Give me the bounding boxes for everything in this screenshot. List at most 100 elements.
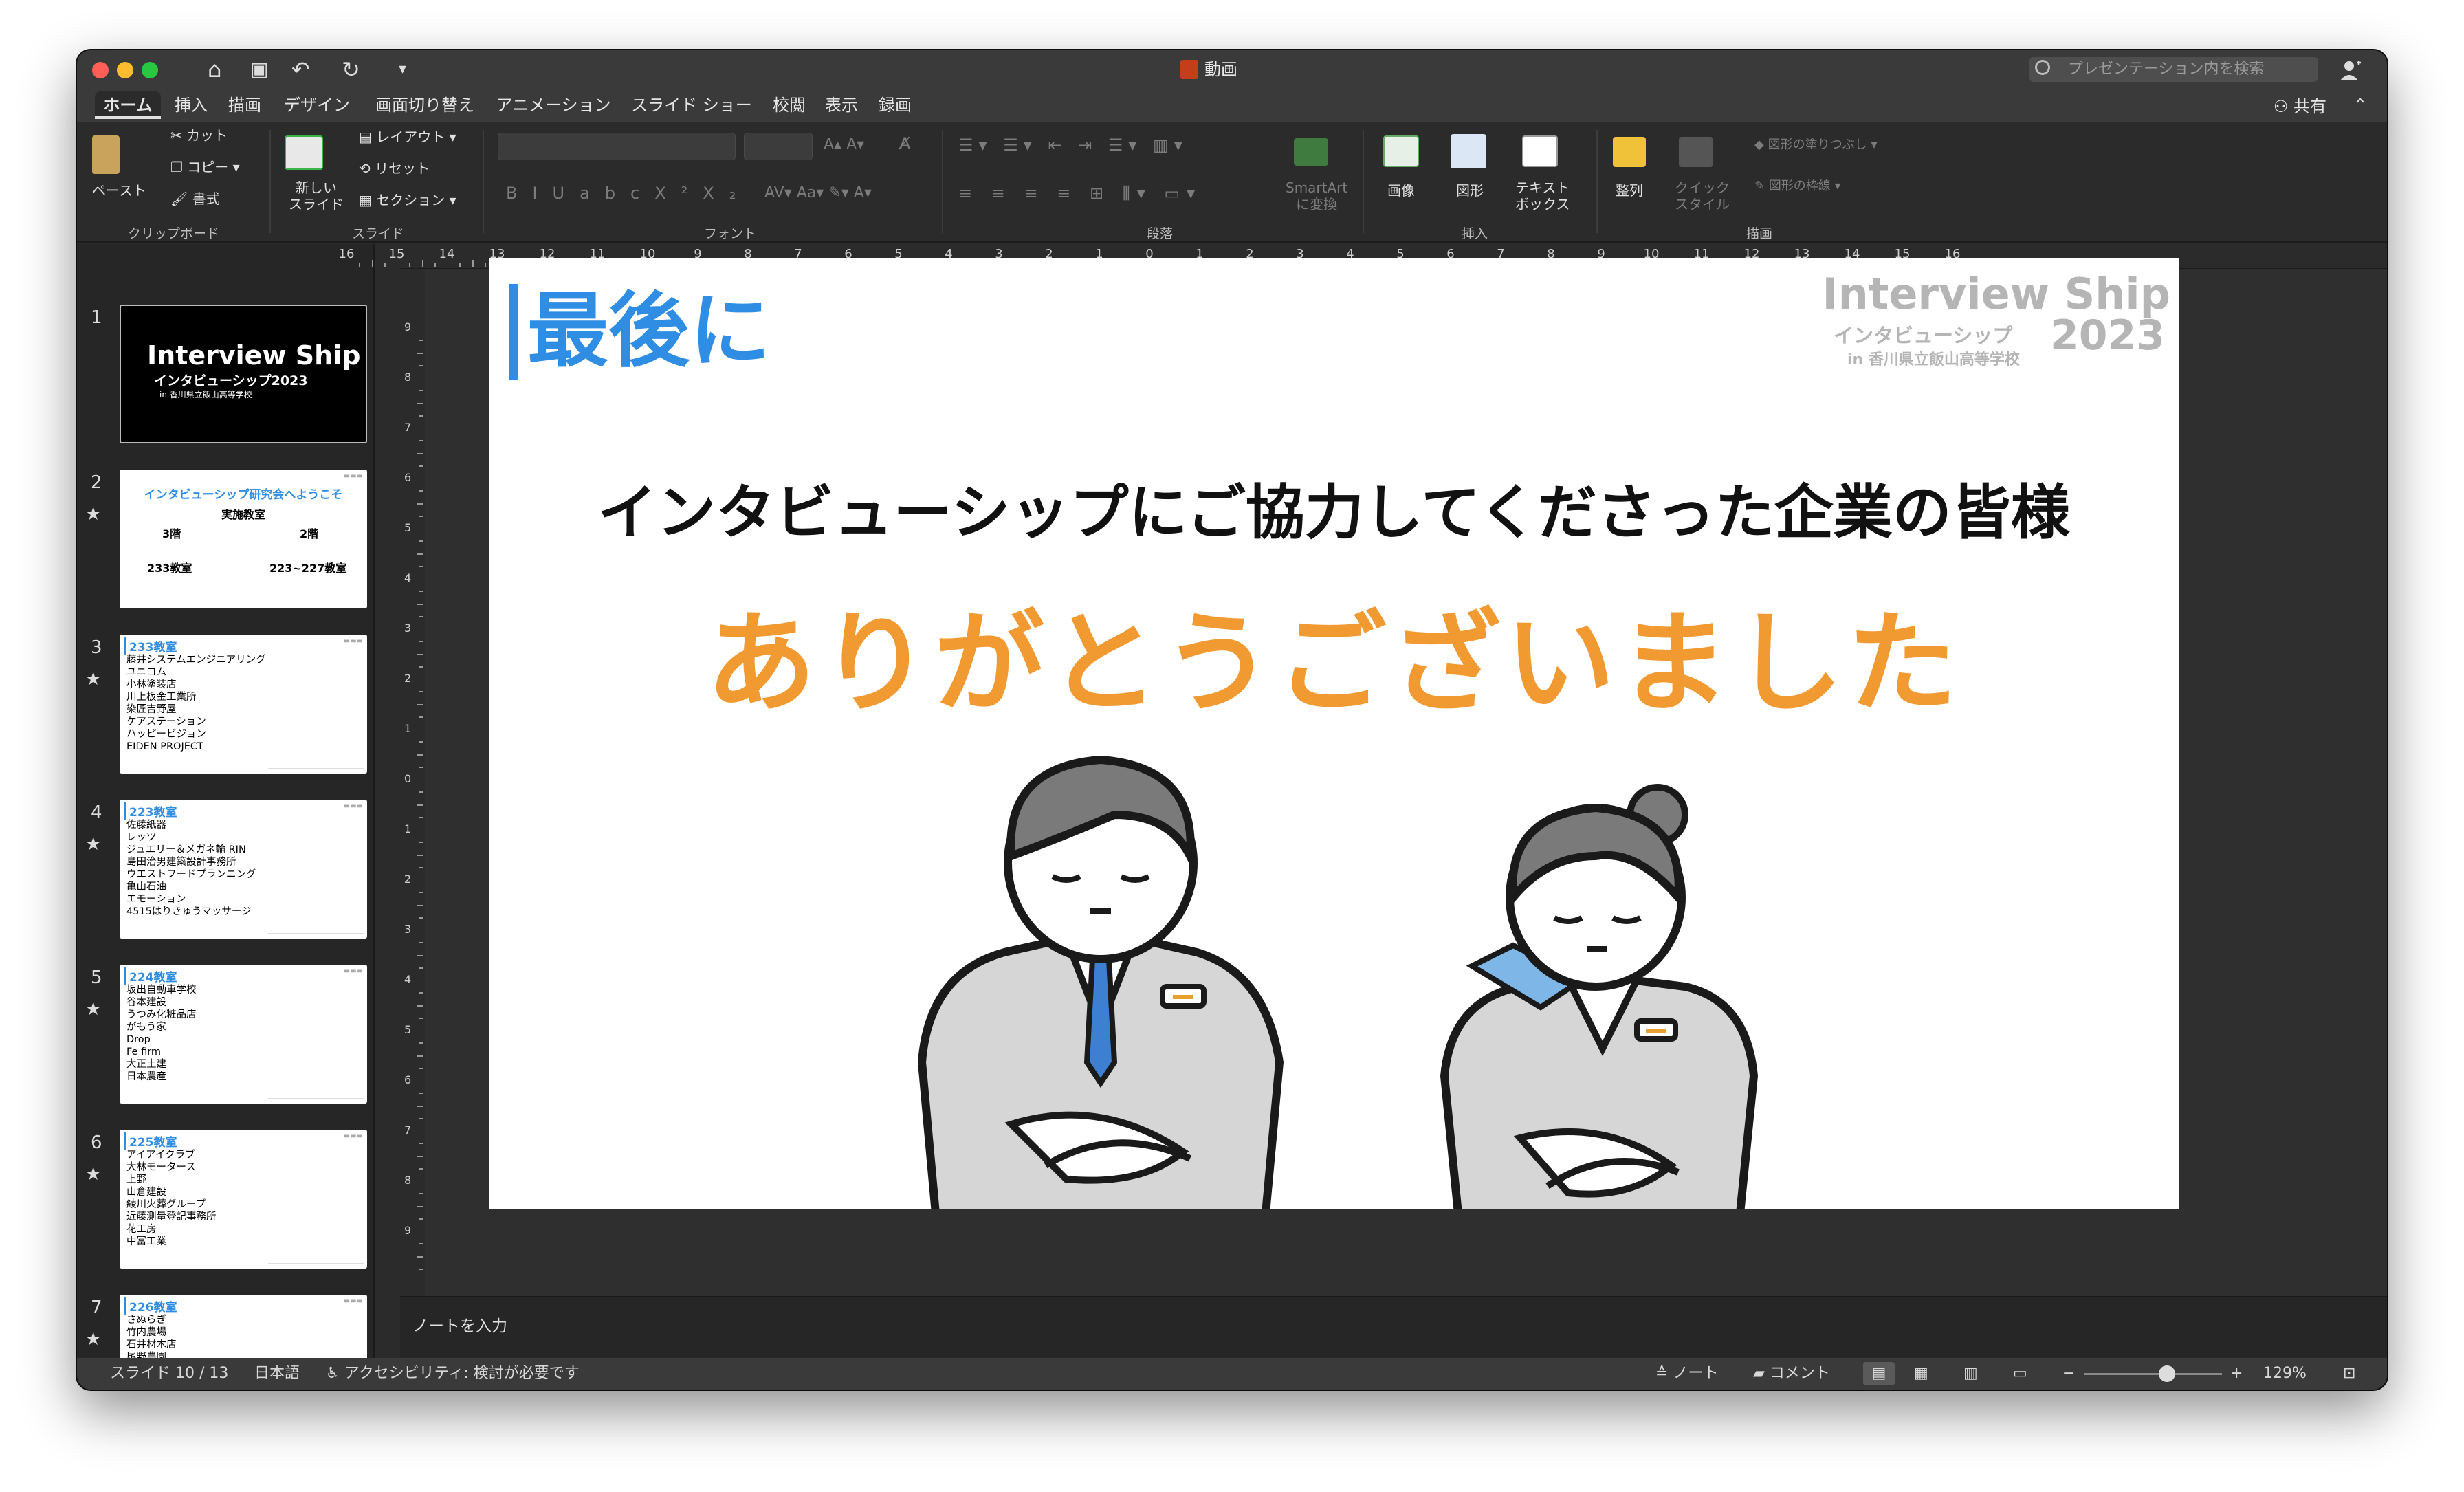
bowing-woman-illustration[interactable] — [1431, 780, 1761, 1209]
new-slide-button[interactable]: 新しい スライド — [289, 179, 344, 212]
slide-sorter-icon[interactable]: ▦ — [1914, 1358, 1928, 1390]
accessibility-label: アクセシビリティ: 検討が必要です — [344, 1365, 580, 1382]
customize-toolbar-icon[interactable]: ▾ — [399, 56, 406, 83]
tab-draw[interactable]: 描画 — [223, 91, 267, 119]
share-button[interactable]: ⚇ 共有 — [2274, 96, 2326, 118]
paste-label[interactable]: ペースト — [92, 182, 146, 199]
ruler-minor-tick — [419, 1218, 424, 1220]
thanks-line-1[interactable]: インタビューシップにご協力してくださった企業の皆様 — [489, 464, 2179, 550]
undo-icon[interactable]: ↶ — [292, 56, 310, 83]
account-icon[interactable] — [2339, 58, 2362, 82]
comments-button[interactable]: ▰ コメント — [1753, 1358, 1830, 1390]
thumbnail-number: 5 — [91, 967, 102, 988]
thanks-line-2[interactable]: ありがとうございました — [489, 574, 2179, 734]
redo-icon[interactable]: ↻ — [342, 56, 360, 83]
ruler-minor-tick — [417, 653, 424, 655]
layout-button[interactable]: ▤ レイアウト ▾ — [359, 129, 456, 145]
smartart-button[interactable]: SmartArt に変換 — [1286, 179, 1348, 212]
tab-recording[interactable]: 録画 — [873, 91, 917, 119]
shape-outline-label: 図形の枠線 — [1768, 179, 1831, 193]
slide-thumbnail[interactable]: Interview Ship インタビューシップ2023 in 香川県立飯山高等学校 — [120, 305, 367, 443]
panel-splitter[interactable] — [373, 244, 375, 1358]
ruler-minor-tick — [421, 260, 424, 267]
zoom-in-button[interactable]: + — [2230, 1358, 2243, 1390]
fit-to-window-icon[interactable]: ⊡ — [2343, 1358, 2355, 1390]
ruler-tick-label: 5 — [404, 521, 412, 534]
slide-thumbnail-panel[interactable]: 1 Interview Ship インタビューシップ2023 in 香川県立飯山高等学… — [77, 244, 373, 1358]
align-buttons[interactable]: ≡ ≡ ≡ ≡ ⊞ ⫼▾ ▭▾ — [958, 185, 1202, 201]
search-input[interactable]: プレゼンテーション内を検索 — [2030, 57, 2318, 82]
notes-pane[interactable]: ノートを入力 — [400, 1296, 2387, 1358]
slide-thumbnail[interactable]: 223教室 ▬▬▬ 佐藤紙器 レッツ ジュエリー＆メガネ輪 RIN 島田治男建築設計事務所… — [120, 800, 367, 939]
format-painter-button[interactable]: 🖌 書式 — [170, 190, 220, 207]
home-icon[interactable]: ⌂ — [208, 56, 221, 83]
ruler-minor-tick — [417, 904, 424, 906]
font-family-select[interactable] — [498, 133, 736, 160]
font-size-select[interactable] — [744, 133, 813, 160]
ruler-tick-label: 8 — [404, 1174, 412, 1187]
textbox-icon[interactable] — [1522, 135, 1558, 167]
thumb-line: 綾川火葬グループ — [126, 1199, 206, 1210]
cut-button[interactable]: ✂ カット — [170, 127, 228, 144]
slide-thumbnail[interactable]: 224教室 ▬▬▬ 坂出自動車学校 谷本建設 うつみ化粧品店 がもう家 Drop Fe fir… — [120, 965, 367, 1104]
zoom-level[interactable]: 129% — [2263, 1358, 2307, 1390]
list-buttons[interactable]: ☰▾ ☰▾ ⇤ ⇥ ☰▾ ▥▾ — [958, 137, 1188, 153]
reading-view-icon[interactable]: ▥ — [1964, 1358, 1978, 1390]
shape-outline-button[interactable]: ✎ 図形の枠線 ▾ — [1754, 178, 1841, 195]
arrange-icon[interactable] — [1613, 137, 1646, 167]
save-icon[interactable]: ▣ — [250, 56, 268, 83]
slideshow-view-icon[interactable]: ▭ — [2013, 1358, 2027, 1390]
smartart-icon[interactable] — [1294, 138, 1328, 166]
collapse-ribbon-icon[interactable]: ⌃ — [2353, 96, 2368, 116]
notes-toggle-button[interactable]: ≙ ノート — [1656, 1358, 1718, 1390]
language-indicator[interactable]: 日本語 — [254, 1358, 300, 1390]
slide-thumbnail[interactable]: インタビューシップ研究会へようこそ 実施教室 3階 2階 233教室 223~227教室 ▬… — [120, 470, 367, 608]
status-bar: スライド 10 / 13 日本語 ♿ アクセシビリティ: 検討が必要です ≙ ノ… — [77, 1358, 2387, 1390]
ruler-tick-label: 16 — [338, 247, 355, 261]
textbox-button[interactable]: テキスト ボックス — [1515, 179, 1570, 212]
slide-thumbnail[interactable]: 233教室 ▬▬▬ 藤井システムエンジニアリング ユニコム 小林塗装店 川上板金工業所 染匠… — [120, 635, 367, 774]
tab-home[interactable]: ホーム — [95, 91, 161, 119]
shape-fill-label: 図形の塗りつぶし — [1768, 138, 1867, 152]
arrange-label[interactable]: 整列 — [1616, 182, 1643, 199]
font-grow-icon[interactable]: A▴ A▾ — [824, 137, 864, 153]
image-label[interactable]: 画像 — [1387, 182, 1415, 199]
thumb-line: ケアステーション — [126, 716, 206, 727]
font-style-buttons[interactable]: BIUabcX²X₂ — [506, 185, 751, 201]
tab-slideshow[interactable]: スライド ショー — [624, 91, 759, 119]
quick-style-button[interactable]: クイック スタイル — [1675, 179, 1730, 212]
tab-transitions[interactable]: 画面切り替え — [367, 91, 483, 119]
zoom-slider-knob[interactable] — [2159, 1365, 2175, 1382]
shape-label[interactable]: 図形 — [1456, 182, 1484, 199]
tab-animations[interactable]: アニメーション — [492, 91, 615, 119]
zoom-window-button[interactable] — [142, 62, 158, 78]
slide-heading[interactable]: 最後に — [527, 283, 771, 379]
close-window-button[interactable] — [92, 62, 109, 78]
tab-view[interactable]: 表示 — [820, 91, 864, 119]
text-effects-icons[interactable]: AV▾ Aa▾ ✎▾ A▾ — [764, 185, 872, 201]
animation-star-icon: ★ — [85, 504, 102, 525]
paste-icon[interactable] — [92, 135, 120, 174]
tab-design[interactable]: デザイン — [276, 91, 358, 119]
minimize-window-button[interactable] — [117, 62, 133, 78]
image-icon[interactable] — [1383, 135, 1419, 167]
clear-format-icon[interactable]: A̸ — [899, 135, 910, 152]
normal-view-icon[interactable]: ▤ — [1863, 1362, 1895, 1385]
shape-fill-button[interactable]: ◆ 図形の塗りつぶし ▾ — [1754, 137, 1878, 153]
reset-button[interactable]: ⟲ リセット — [359, 160, 430, 177]
shape-icon[interactable] — [1451, 134, 1486, 168]
tab-insert[interactable]: 挿入 — [169, 91, 213, 119]
current-slide[interactable]: 最後に Interview Ship インタビューシップ 2023 in 香川県… — [489, 258, 2179, 1209]
slide-thumbnail[interactable]: 226教室▬▬▬さぬらぎ竹内農場石井材木店尾野農園井上食品創亞閣せとうち福祉サー… — [120, 1295, 367, 1358]
bowing-man-illustration[interactable] — [908, 739, 1293, 1209]
section-button[interactable]: ▦ セクション ▾ — [359, 192, 456, 208]
ruler-minor-tick — [419, 1193, 424, 1195]
quick-style-icon[interactable] — [1679, 137, 1713, 167]
zoom-slider-track[interactable] — [2084, 1373, 2222, 1375]
tab-review[interactable]: 校閲 — [769, 91, 810, 119]
new-slide-icon[interactable] — [285, 135, 323, 170]
zoom-out-button[interactable]: − — [2062, 1358, 2075, 1390]
copy-button[interactable]: ❐ コピー ▾ — [170, 159, 240, 175]
accessibility-button[interactable]: ♿ アクセシビリティ: 検討が必要です — [326, 1358, 580, 1390]
slide-thumbnail[interactable]: 225教室 ▬▬▬ アイアイクラブ 大林モータース 上野 山倉建設 綾川火葬グループ 近藤測量… — [120, 1130, 367, 1269]
